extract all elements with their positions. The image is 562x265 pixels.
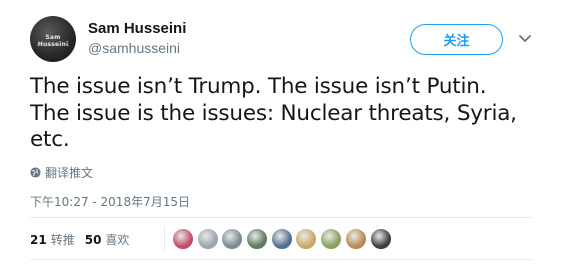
globe-icon (30, 167, 41, 178)
tweet-line: The issue isn’t Trump. The issue isn’t P… (30, 74, 487, 99)
likes-count: 50 (84, 232, 102, 247)
stats-separator (164, 226, 165, 251)
divider (30, 259, 532, 260)
liker-avatar[interactable] (196, 228, 219, 250)
liker-avatar[interactable] (246, 228, 269, 250)
follow-button[interactable]: 关注 (410, 24, 503, 55)
liker-avatar[interactable] (369, 228, 392, 250)
liker-avatar[interactable] (320, 228, 343, 250)
divider (30, 217, 532, 218)
retweets-stat[interactable]: 21 转推 (30, 231, 75, 248)
liker-avatar[interactable] (295, 228, 318, 250)
likes-label: 喜欢 (105, 233, 130, 247)
tweet-text: The issue isn’t Trump. The issue isn’t P… (30, 74, 550, 154)
avatar[interactable]: Sam Husseini www.samhusseini.org (30, 16, 76, 62)
avatar-subtext: www.samhusseini.org (36, 43, 70, 47)
liker-avatar[interactable] (221, 228, 244, 250)
liker-avatars (172, 228, 394, 250)
tweet-line: etc. (30, 127, 70, 152)
retweets-count: 21 (30, 232, 47, 247)
likes-stat[interactable]: 50 喜欢 (85, 231, 130, 248)
translate-tweet-link[interactable]: 翻译推文 (30, 164, 93, 181)
translate-label: 翻译推文 (45, 166, 94, 180)
liker-avatar[interactable] (270, 228, 293, 250)
tweet-line: The issue is the issues: Nuclear threats… (30, 100, 517, 126)
tweet-timestamp[interactable]: 下午10:27 - 2018年7月15日 (30, 193, 190, 210)
retweets-label: 转推 (50, 233, 75, 247)
user-name[interactable]: Sam Husseini (88, 20, 186, 37)
liker-avatar[interactable] (344, 228, 367, 250)
chevron-down-icon[interactable] (517, 30, 533, 46)
user-handle[interactable]: @samhusseini (88, 40, 180, 56)
tweet-stats: 21 转推 50 喜欢 (30, 231, 139, 248)
liker-avatar[interactable] (172, 228, 194, 250)
